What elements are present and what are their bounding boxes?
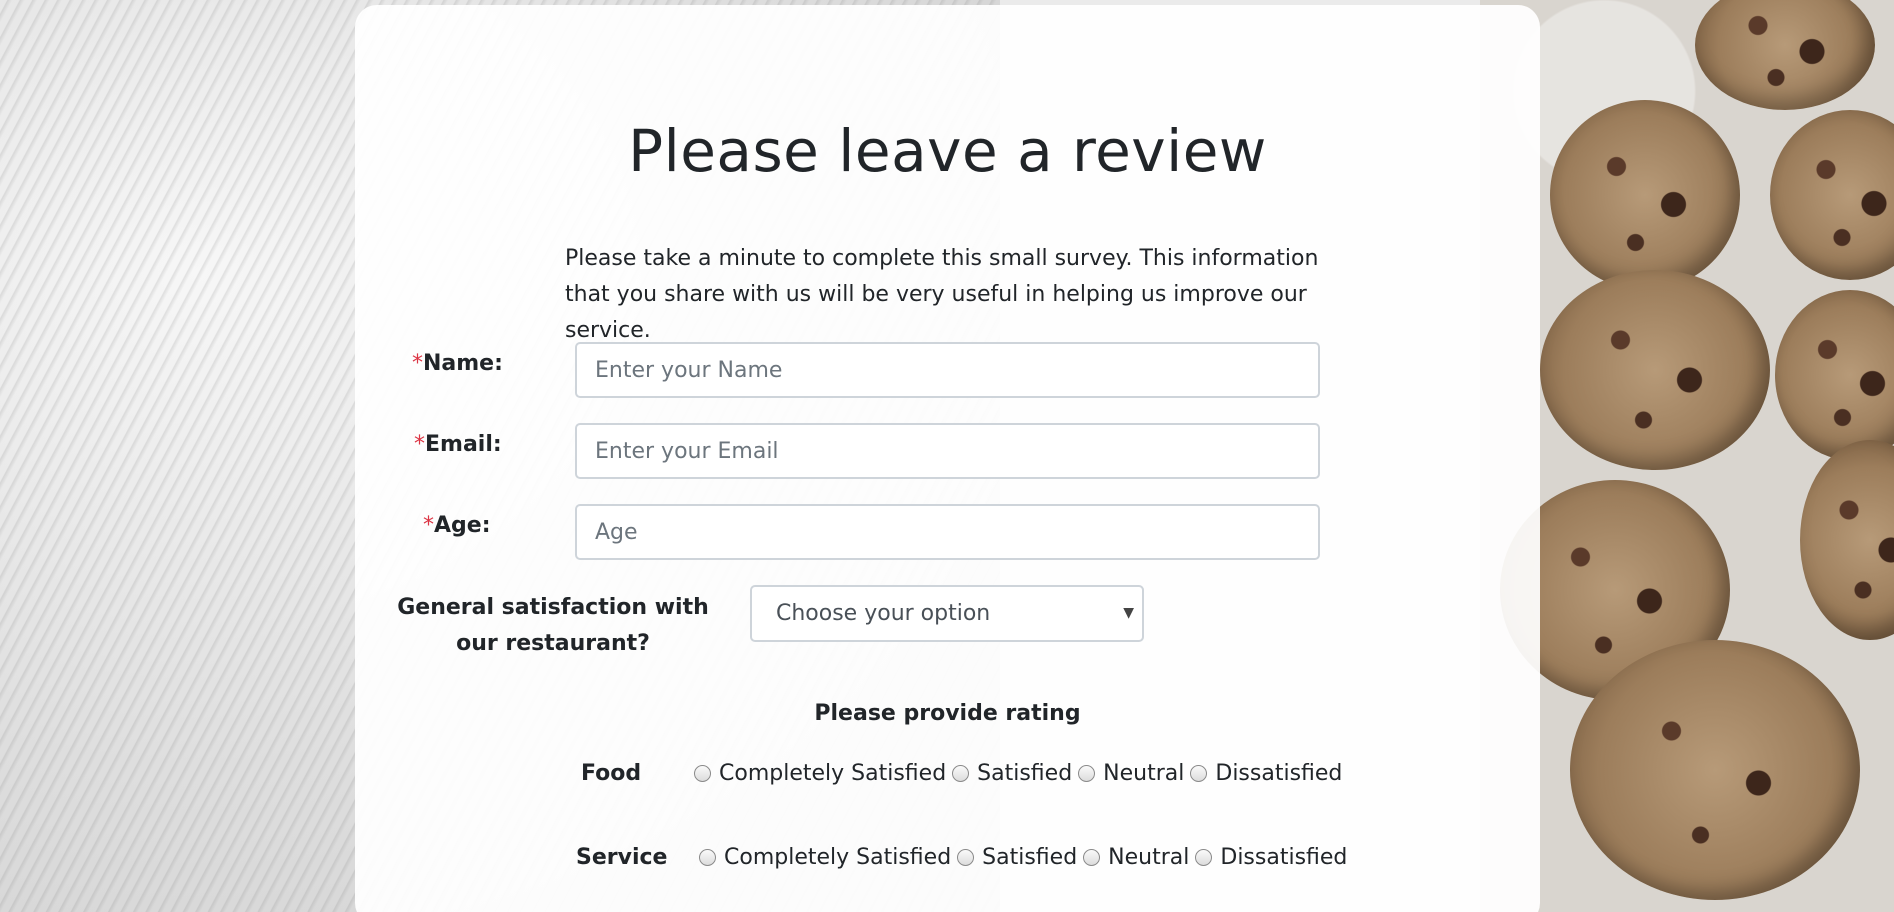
- radio-button[interactable]: [1190, 765, 1208, 782]
- rating-row-service: Service Completely Satisfied Satisfied N…: [576, 845, 1353, 870]
- age-input[interactable]: [575, 504, 1320, 560]
- email-input[interactable]: [575, 423, 1320, 479]
- radio-button[interactable]: [957, 849, 975, 866]
- radio-button[interactable]: [1195, 849, 1213, 866]
- service-option-dissatisfied[interactable]: Dissatisfied: [1195, 845, 1347, 870]
- cookie-image-2: [1550, 100, 1740, 290]
- required-mark: *: [414, 432, 425, 457]
- survey-description: Please take a minute to complete this sm…: [565, 246, 1319, 343]
- name-label: *Name:: [412, 351, 503, 376]
- satisfaction-selected-value: Choose your option: [776, 601, 991, 626]
- rating-category-label: Food: [581, 761, 642, 786]
- review-form-card: Please leave a review Please take a minu…: [355, 5, 1540, 912]
- food-option-completely-satisfied[interactable]: Completely Satisfied: [694, 761, 946, 786]
- radio-button[interactable]: [1078, 765, 1096, 782]
- service-option-completely-satisfied[interactable]: Completely Satisfied: [699, 845, 951, 870]
- food-option-neutral[interactable]: Neutral: [1078, 761, 1184, 786]
- cookie-image-4: [1540, 270, 1770, 470]
- radio-button[interactable]: [952, 765, 970, 782]
- page-title: Please leave a review: [628, 117, 1267, 185]
- food-option-satisfied[interactable]: Satisfied: [952, 761, 1072, 786]
- age-label: *Age:: [423, 513, 491, 538]
- rating-category-label: Service: [576, 845, 668, 870]
- email-label: *Email:: [414, 432, 502, 457]
- cookie-image-8: [1570, 640, 1860, 900]
- background-cookie-image: [1480, 0, 1894, 912]
- cookie-image-5: [1775, 290, 1894, 460]
- cookie-image-7: [1800, 440, 1894, 640]
- service-option-neutral[interactable]: Neutral: [1083, 845, 1189, 870]
- chevron-down-icon: ▼: [1123, 605, 1134, 621]
- rating-row-food: Food Completely Satisfied Satisfied Neut…: [581, 761, 1348, 786]
- satisfaction-select[interactable]: Choose your option ▼: [750, 585, 1144, 642]
- radio-button[interactable]: [694, 765, 711, 782]
- required-mark: *: [423, 513, 434, 538]
- rating-heading: Please provide rating: [814, 701, 1081, 726]
- name-input[interactable]: [575, 342, 1320, 398]
- cookie-image-3: [1770, 110, 1894, 280]
- cookie-image-1: [1695, 0, 1875, 110]
- food-option-dissatisfied[interactable]: Dissatisfied: [1190, 761, 1342, 786]
- required-mark: *: [412, 351, 423, 376]
- radio-button[interactable]: [699, 849, 716, 866]
- satisfaction-label: General satisfaction with our restaurant…: [397, 595, 709, 656]
- radio-button[interactable]: [1083, 849, 1101, 866]
- service-option-satisfied[interactable]: Satisfied: [957, 845, 1077, 870]
